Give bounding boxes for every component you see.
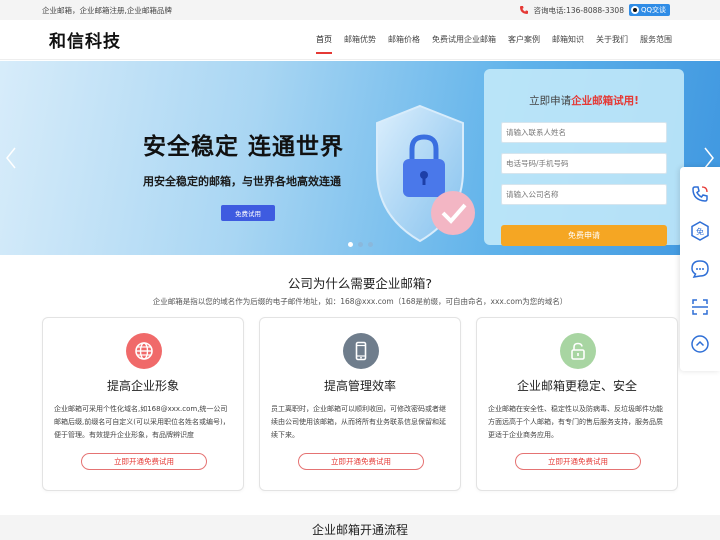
free-trial-icon[interactable]: 免 bbox=[689, 220, 711, 242]
banner-title: 安全稳定 连通世界 bbox=[143, 134, 345, 160]
phone-number: 咨询电话:136-8088-3308 bbox=[533, 5, 624, 15]
feature-card-title: 企业邮箱更稳定、安全 bbox=[516, 379, 637, 393]
feature-card-desc: 企业邮箱可采用个性化域名,如168@xxx.com,统一公司邮箱后缀,前缀名可自… bbox=[54, 405, 230, 439]
mobile-icon bbox=[343, 333, 379, 369]
company-input[interactable] bbox=[501, 184, 667, 205]
nav-knowledge[interactable]: 邮箱知识 bbox=[546, 20, 590, 60]
nav-cases[interactable]: 客户案例 bbox=[502, 20, 546, 60]
phone-icon bbox=[519, 6, 528, 14]
globe-icon bbox=[126, 333, 162, 369]
qq-chat-button[interactable]: QQ交谈 bbox=[628, 4, 670, 16]
nav-advantages[interactable]: 邮箱优势 bbox=[338, 20, 382, 60]
feature-cards: 提高企业形象 企业邮箱可采用个性化域名,如168@xxx.com,统一公司邮箱后… bbox=[42, 317, 678, 491]
qq-chat-label: QQ交谈 bbox=[640, 6, 666, 14]
open-trial-button[interactable]: 立即开通免费试用 bbox=[298, 453, 424, 470]
banner-subtitle: 用安全稳定的邮箱，与世界各地高效连通 bbox=[143, 175, 341, 188]
trial-form-title-prefix: 立即申请 bbox=[529, 95, 572, 107]
feature-card-title: 提高管理效率 bbox=[323, 379, 396, 393]
why-section-title: 公司为什么需要企业邮箱? bbox=[287, 276, 433, 291]
floating-sidebar: 免 bbox=[680, 167, 720, 371]
apply-submit-button[interactable]: 免费申请 bbox=[501, 225, 667, 246]
feature-card-desc: 企业邮箱在安全性、稳定性以及防病毒、反垃圾邮件功能方面远高于个人邮箱，有专门的售… bbox=[488, 405, 663, 439]
carousel-dot[interactable] bbox=[368, 242, 373, 247]
logo[interactable]: 和信科技 bbox=[49, 27, 121, 52]
trial-form-title-highlight: 企业邮箱试用! bbox=[571, 95, 639, 107]
phone-input[interactable] bbox=[501, 153, 667, 174]
svg-text:免: 免 bbox=[696, 227, 704, 237]
trial-form: 立即申请企业邮箱试用! 免费申请 bbox=[484, 69, 684, 246]
open-trial-button[interactable]: 立即开通免费试用 bbox=[81, 453, 207, 470]
unlock-icon bbox=[560, 333, 596, 369]
qq-icon bbox=[630, 6, 639, 14]
contact-name-input[interactable] bbox=[501, 122, 667, 143]
nav-pricing[interactable]: 邮箱价格 bbox=[382, 20, 426, 60]
header: 和信科技 首页 邮箱优势 邮箱价格 免费试用企业邮箱 客户案例 邮箱知识 关于我… bbox=[0, 20, 720, 60]
carousel-dot[interactable] bbox=[358, 242, 363, 247]
top-bar-contact: 咨询电话:136-8088-3308 QQ交谈 bbox=[519, 4, 670, 16]
feature-card: 提高企业形象 企业邮箱可采用个性化域名,如168@xxx.com,统一公司邮箱后… bbox=[42, 317, 244, 491]
nav-service-area[interactable]: 服务范围 bbox=[634, 20, 678, 60]
trial-form-title: 立即申请企业邮箱试用! bbox=[484, 93, 684, 108]
carousel-dot[interactable] bbox=[348, 242, 353, 247]
chevron-left-icon[interactable] bbox=[4, 146, 18, 170]
why-section-desc: 企业邮箱是指以您的域名作为后缀的电子邮件地址，如：168@xxx.com（168… bbox=[152, 297, 568, 306]
feature-card: 企业邮箱更稳定、安全 企业邮箱在安全性、稳定性以及防病毒、反垃圾邮件功能方面远高… bbox=[476, 317, 678, 491]
open-trial-button[interactable]: 立即开通免费试用 bbox=[515, 453, 641, 470]
nav-free-trial[interactable]: 免费试用企业邮箱 bbox=[426, 20, 502, 60]
top-bar: 企业邮箱，企业邮箱注册,企业邮箱品牌 咨询电话:136-8088-3308 QQ… bbox=[0, 0, 720, 20]
top-bar-tagline: 企业邮箱，企业邮箱注册,企业邮箱品牌 bbox=[42, 5, 172, 15]
nav-home[interactable]: 首页 bbox=[310, 20, 338, 60]
feature-card-desc: 员工离职时，企业邮箱可以顺利收回，可修改密码或者继续由公司使用该邮箱，从而将所有… bbox=[271, 405, 446, 439]
process-section-title: 企业邮箱开通流程 bbox=[0, 515, 720, 540]
nav-about[interactable]: 关于我们 bbox=[590, 20, 634, 60]
main-nav: 首页 邮箱优势 邮箱价格 免费试用企业邮箱 客户案例 邮箱知识 关于我们 服务范… bbox=[310, 20, 678, 60]
free-trial-button[interactable]: 免费试用 bbox=[221, 205, 275, 221]
feature-card-title: 提高企业形象 bbox=[106, 379, 179, 393]
feature-card: 提高管理效率 员工离职时，企业邮箱可以顺利收回，可修改密码或者继续由公司使用该邮… bbox=[259, 317, 461, 491]
carousel-dots bbox=[348, 242, 373, 247]
phone-call-icon[interactable] bbox=[689, 183, 711, 205]
security-shield-icon bbox=[376, 104, 475, 243]
back-to-top-icon[interactable] bbox=[689, 333, 711, 355]
